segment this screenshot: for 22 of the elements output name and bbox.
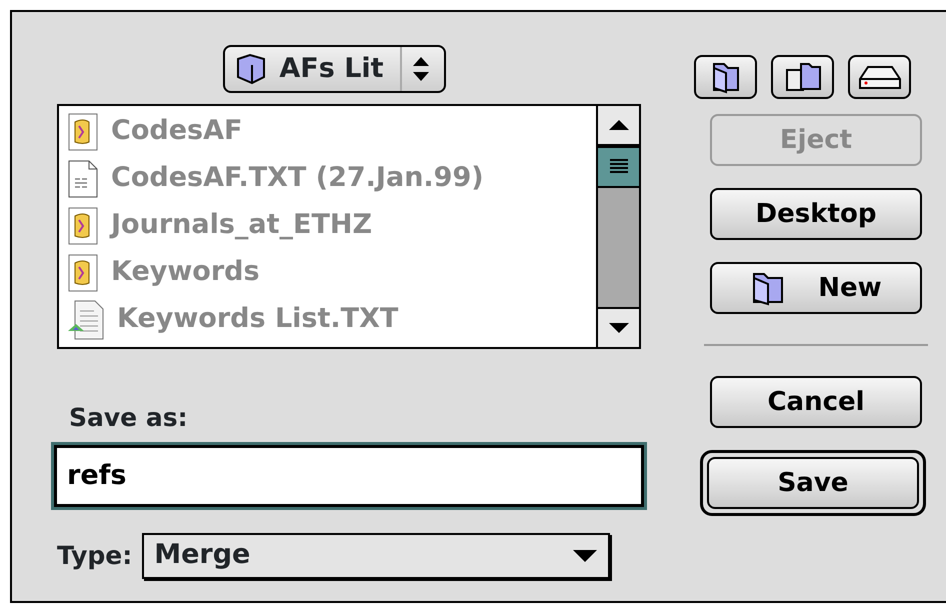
scroll-thumb[interactable] [598, 146, 639, 188]
disk-button[interactable] [848, 55, 911, 99]
folder-popup[interactable]: AFs Lit [223, 45, 446, 93]
file-name: CodesAF.TXT (27.Jan.99) [111, 161, 484, 196]
action-button[interactable]: Cancel [710, 376, 922, 428]
side-button[interactable]: New [710, 262, 922, 314]
field-label: Save as: [69, 402, 189, 434]
documents-button[interactable] [771, 55, 834, 99]
file-name: CodesAF [111, 114, 242, 148]
type-label: Type: [57, 540, 132, 572]
side-button[interactable]: Desktop [710, 188, 922, 240]
scrollbar[interactable] [596, 106, 639, 347]
file-name: Keywords [111, 255, 260, 290]
type-dropdown[interactable]: Merge [142, 532, 610, 578]
disk-drive-icon [858, 64, 902, 90]
file-name: Keywords List.TXT [117, 302, 398, 336]
filename-field[interactable]: refs [54, 444, 644, 506]
file-name: Journals_at_ETHZ [111, 208, 372, 242]
folder-button[interactable] [694, 55, 757, 99]
dropdown-arrow-icon [572, 548, 598, 562]
popup-label: AFs Lit [279, 52, 384, 86]
default-button[interactable]: Save [707, 457, 919, 509]
